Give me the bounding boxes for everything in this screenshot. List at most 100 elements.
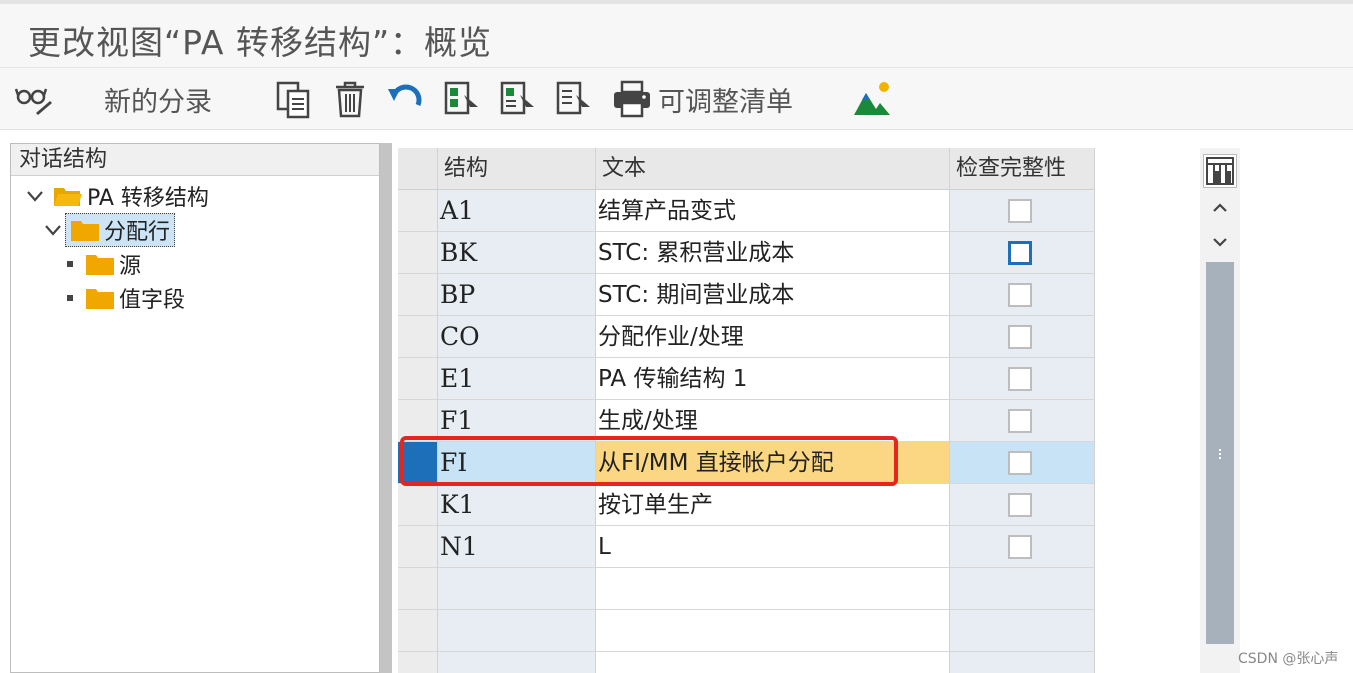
table-settings-icon xyxy=(1206,157,1234,185)
new-entries-button[interactable]: 新的分录 xyxy=(104,78,212,120)
tree-leaf-bullet xyxy=(67,295,73,301)
text-cell[interactable]: 结算产品变式 xyxy=(596,190,950,232)
structure-cell: BP xyxy=(438,274,596,316)
tree-node-allocation-lines[interactable]: 分配行 xyxy=(43,213,176,247)
chevron-down-icon[interactable] xyxy=(43,220,63,240)
text-cell[interactable]: 分配作业/处理 xyxy=(596,316,950,358)
row-selector[interactable] xyxy=(398,274,438,316)
undo-button[interactable] xyxy=(386,78,426,120)
check-cell xyxy=(950,358,1095,400)
check-cell xyxy=(950,232,1095,274)
check-cell xyxy=(950,316,1095,358)
annotation-highlight-box xyxy=(400,436,898,486)
vertical-scrollbar-thumb[interactable] xyxy=(1206,262,1234,644)
copy-button[interactable] xyxy=(274,78,314,120)
text-cell[interactable] xyxy=(596,610,950,652)
row-selector[interactable] xyxy=(398,232,438,274)
table-row[interactable]: E1 PA 传输结构 1 xyxy=(398,358,1095,400)
completeness-checkbox[interactable] xyxy=(1008,409,1032,433)
row-selector[interactable] xyxy=(398,316,438,358)
structure-cell[interactable] xyxy=(438,568,596,610)
completeness-checkbox[interactable] xyxy=(1008,367,1032,391)
row-selector[interactable] xyxy=(398,190,438,232)
table-row-empty[interactable] xyxy=(398,610,1095,652)
text-cell[interactable]: STC: 累积营业成本 xyxy=(596,232,950,274)
row-selector[interactable] xyxy=(398,568,438,610)
text-cell[interactable]: L xyxy=(596,526,950,568)
row-selector[interactable] xyxy=(398,610,438,652)
column-header-text[interactable]: 文本 xyxy=(596,148,950,190)
table-row[interactable]: N1 L xyxy=(398,526,1095,568)
structure-cell: CO xyxy=(438,316,596,358)
layout-button[interactable] xyxy=(852,78,892,120)
scroll-up-button[interactable] xyxy=(1206,194,1234,222)
text-cell[interactable]: PA 传输结构 1 xyxy=(596,358,950,400)
column-header-check-completeness[interactable]: 检查完整性 xyxy=(950,148,1095,190)
structure-cell: E1 xyxy=(438,358,596,400)
check-cell xyxy=(950,526,1095,568)
structure-cell[interactable] xyxy=(438,652,596,673)
table-control: 结构 文本 检查完整性 A1 结算产品变式 BK STC: 累积营业成本 BP … xyxy=(398,148,1095,673)
delete-button[interactable] xyxy=(330,78,370,120)
tree-node-label: 分配行 xyxy=(104,220,171,245)
tree-node-source[interactable]: 源 xyxy=(67,248,141,280)
completeness-checkbox[interactable] xyxy=(1008,199,1032,223)
folder-icon xyxy=(71,221,99,241)
check-cell xyxy=(950,484,1095,526)
application-toolbar: 新的分录 可调整清单 xyxy=(0,68,1353,130)
watermark: CSDN @张心声 xyxy=(1238,651,1339,667)
completeness-checkbox[interactable] xyxy=(1008,451,1032,475)
completeness-checkbox[interactable] xyxy=(1008,325,1032,349)
chevron-down-icon xyxy=(1213,238,1227,247)
glasses-edit-icon xyxy=(14,88,52,115)
copy-icon xyxy=(276,81,310,119)
text-cell[interactable]: 按订单生产 xyxy=(596,484,950,526)
dialog-structure-panel: 对话结构 PA 转移结构 分配行 源 值字段 xyxy=(10,143,380,673)
completeness-checkbox[interactable] xyxy=(1008,241,1032,265)
structure-cell: BK xyxy=(438,232,596,274)
row-selector[interactable] xyxy=(398,358,438,400)
tree-node-pa-transfer-structure[interactable]: PA 转移结构 xyxy=(25,180,209,212)
deselect-all-button[interactable] xyxy=(554,78,594,120)
text-cell[interactable] xyxy=(596,568,950,610)
table-row[interactable]: A1 结算产品变式 xyxy=(398,190,1095,232)
completeness-checkbox[interactable] xyxy=(1008,535,1032,559)
dialog-structure-header: 对话结构 xyxy=(11,144,379,176)
print-icon xyxy=(614,80,650,118)
table-row[interactable]: BK STC: 累积营业成本 xyxy=(398,232,1095,274)
landscape-icon xyxy=(854,82,890,115)
row-selector[interactable] xyxy=(398,526,438,568)
select-all-rows-cell[interactable] xyxy=(398,148,438,190)
column-settings-button[interactable] xyxy=(1203,154,1237,188)
table-row[interactable]: BP STC: 期间营业成本 xyxy=(398,274,1095,316)
tree-node-value-fields[interactable]: 值字段 xyxy=(67,282,185,314)
select-block-button[interactable] xyxy=(498,78,538,120)
structure-cell[interactable] xyxy=(438,610,596,652)
table-row[interactable]: CO 分配作业/处理 xyxy=(398,316,1095,358)
check-cell xyxy=(950,400,1095,442)
scroll-down-button[interactable] xyxy=(1206,228,1234,256)
tree-node-label: PA 转移结构 xyxy=(87,186,209,211)
completeness-checkbox[interactable] xyxy=(1008,283,1032,307)
row-selector[interactable] xyxy=(398,484,438,526)
check-cell xyxy=(950,610,1095,652)
text-cell[interactable]: STC: 期间营业成本 xyxy=(596,274,950,316)
table-row[interactable]: K1 按订单生产 xyxy=(398,484,1095,526)
select-all-button[interactable] xyxy=(442,78,482,120)
select-block-icon xyxy=(500,81,534,115)
folder-icon xyxy=(86,255,114,275)
text-cell[interactable] xyxy=(596,652,950,673)
chevron-down-icon[interactable] xyxy=(25,186,45,206)
completeness-checkbox[interactable] xyxy=(1008,493,1032,517)
table-row-empty[interactable] xyxy=(398,568,1095,610)
table-row-empty[interactable] xyxy=(398,652,1095,673)
display-change-button[interactable] xyxy=(14,78,54,120)
column-header-structure[interactable]: 结构 xyxy=(438,148,596,190)
tree-node-label: 源 xyxy=(119,254,142,279)
panel-splitter[interactable] xyxy=(380,143,392,673)
adjustable-list-button[interactable]: 可调整清单 xyxy=(612,78,793,120)
tree-node-label: 值字段 xyxy=(119,288,186,313)
check-cell xyxy=(950,568,1095,610)
selected-node[interactable]: 分配行 xyxy=(65,213,176,247)
row-selector[interactable] xyxy=(398,652,438,673)
